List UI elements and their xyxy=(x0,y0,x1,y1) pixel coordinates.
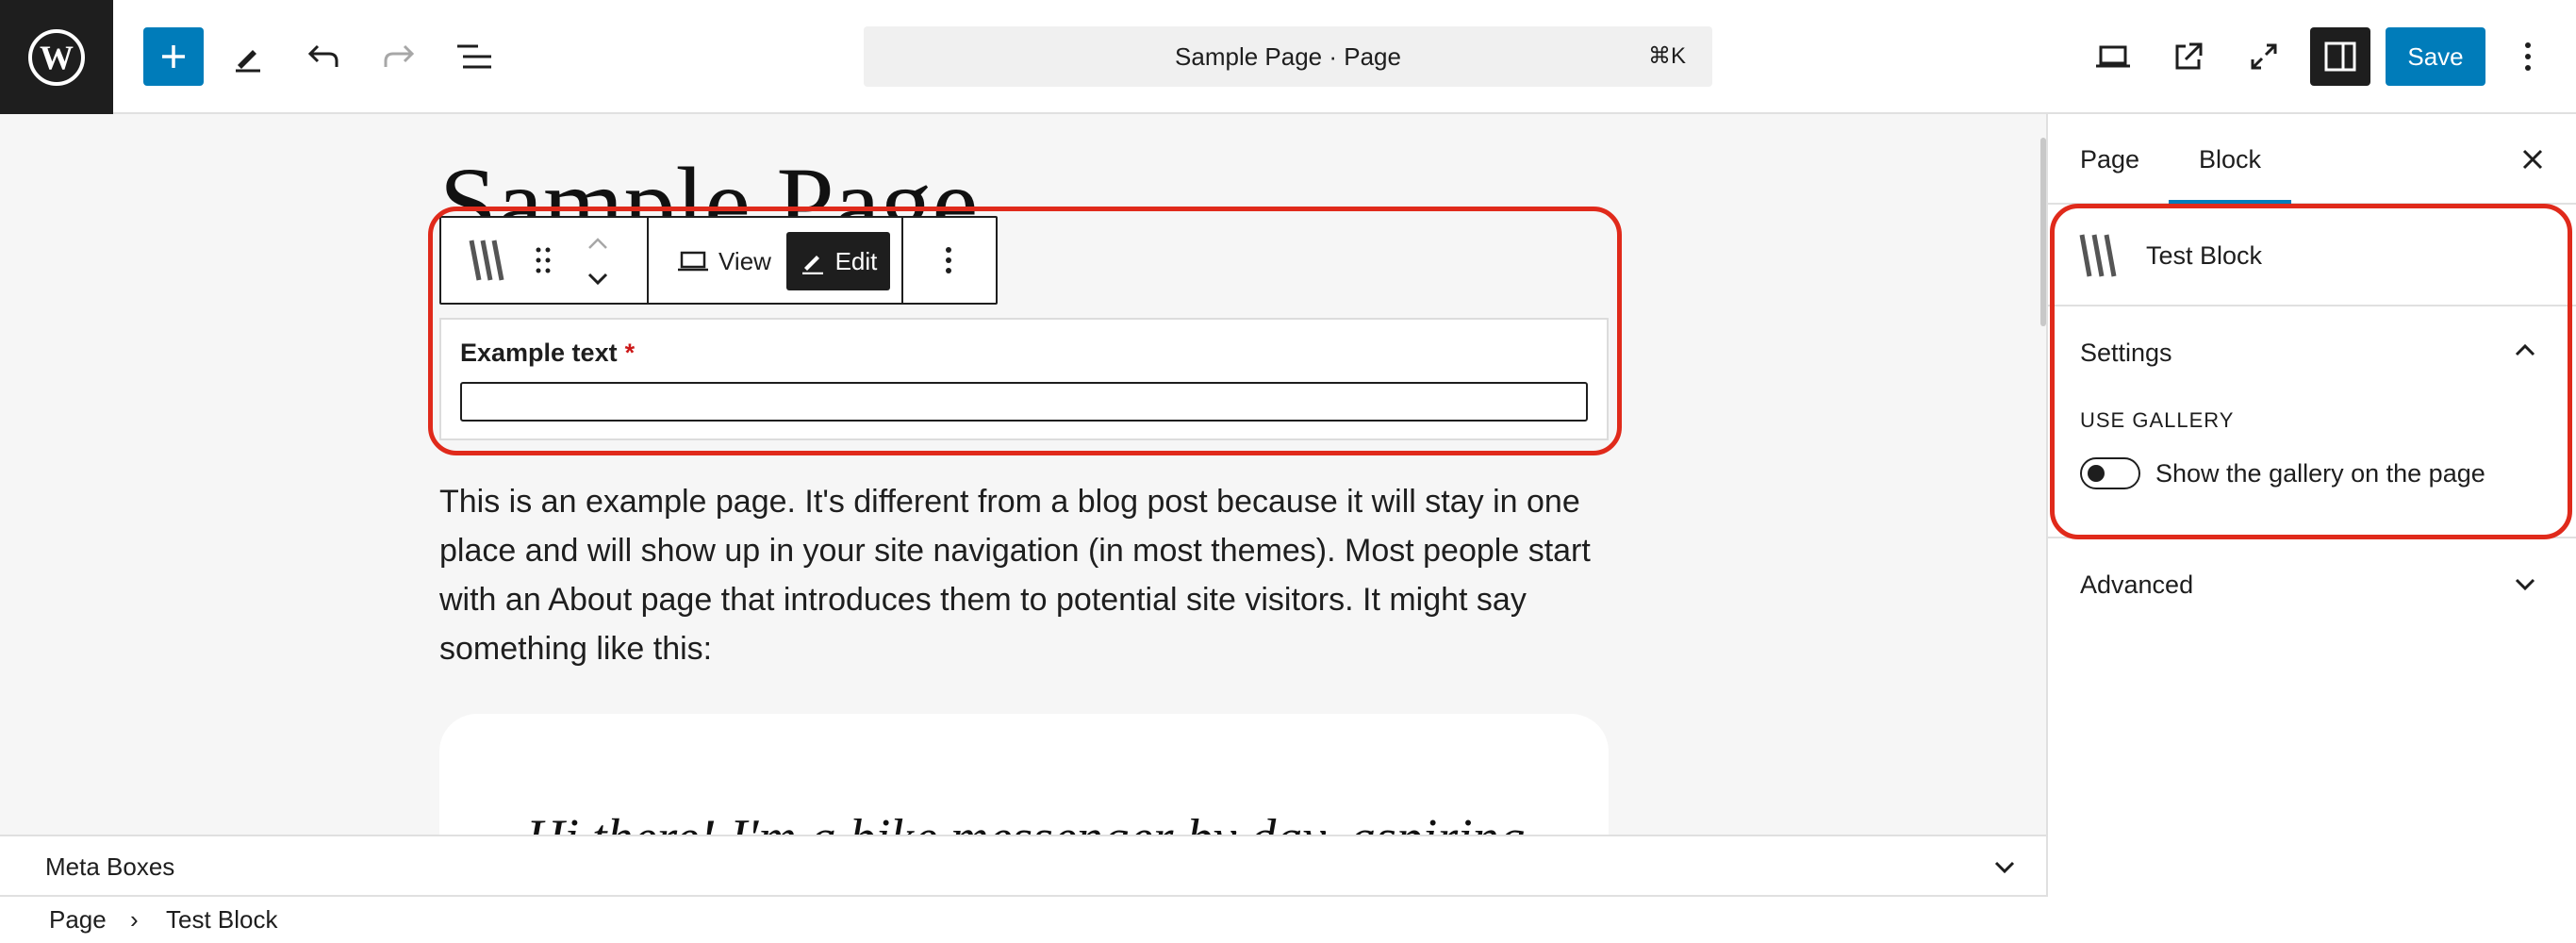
options-menu-button[interactable] xyxy=(2499,27,2557,86)
document-title: Sample Page · Page xyxy=(1175,42,1401,71)
fullscreen-button[interactable] xyxy=(2235,27,2293,86)
toolbar-divider xyxy=(901,218,903,303)
laptop-icon xyxy=(678,251,709,272)
use-gallery-heading: USE GALLERY xyxy=(2080,408,2235,432)
field-label-text: Example text xyxy=(460,339,618,367)
example-text-label: Example text * xyxy=(460,339,635,368)
test-block-form: Example text * xyxy=(439,318,1609,440)
chevron-up-icon xyxy=(588,238,607,249)
block-logo-icon xyxy=(469,240,504,281)
block-logo-icon xyxy=(2079,234,2117,277)
view-mode-button[interactable]: View xyxy=(672,233,776,290)
sidebar-tabs: Page Block xyxy=(2048,114,2576,205)
wordpress-logo-icon: W xyxy=(28,28,85,86)
more-vertical-icon xyxy=(946,247,951,273)
active-tab-indicator xyxy=(2169,200,2291,204)
meta-boxes-label: Meta Boxes xyxy=(45,852,175,881)
block-type-button[interactable] xyxy=(460,231,513,290)
redo-button[interactable] xyxy=(370,27,428,86)
view-page-button[interactable] xyxy=(2159,27,2218,86)
save-button[interactable]: Save xyxy=(2386,27,2485,86)
external-link-icon xyxy=(2175,42,2203,70)
chevron-down-icon xyxy=(587,273,608,286)
laptop-icon xyxy=(2096,45,2130,68)
chevron-up-icon[interactable] xyxy=(2510,335,2540,365)
block-options-button[interactable] xyxy=(922,231,975,290)
editor-header: W Sample Page · Page ⌘K Save xyxy=(0,0,2576,114)
settings-panel-toggle[interactable]: Settings xyxy=(2080,339,2172,368)
required-marker: * xyxy=(624,339,636,367)
pencil-icon xyxy=(801,256,823,274)
block-name: Test Block xyxy=(2146,241,2263,270)
wordpress-logo-button[interactable]: W xyxy=(0,0,113,114)
device-preview-button[interactable] xyxy=(2084,27,2142,86)
keyboard-shortcut: ⌘K xyxy=(1647,43,1686,69)
breadcrumb-separator: › xyxy=(130,905,139,934)
gallery-toggle[interactable] xyxy=(2080,457,2140,489)
drag-handle-icon xyxy=(536,247,551,273)
edit-mode-button[interactable]: Edit xyxy=(786,232,890,290)
close-icon[interactable] xyxy=(2518,144,2548,174)
add-block-button[interactable] xyxy=(143,27,204,86)
tab-block[interactable]: Block xyxy=(2199,114,2261,205)
paragraph-block[interactable]: This is an example page. It's different … xyxy=(439,477,1627,673)
breadcrumb-item-page[interactable]: Page xyxy=(49,897,107,943)
move-up-button[interactable] xyxy=(579,227,617,259)
document-overview-button[interactable] xyxy=(445,27,504,86)
editor-canvas: Sample Page View Edit Example text * Thi… xyxy=(0,114,2046,835)
breadcrumb-item-test-block[interactable]: Test Block xyxy=(166,897,278,943)
pencil-icon xyxy=(236,50,260,73)
plus-icon xyxy=(162,45,185,68)
quote-block[interactable]: Hi there! I'm a bike messenger by day, a… xyxy=(439,714,1609,835)
fullscreen-icon xyxy=(2251,43,2277,70)
tab-page[interactable]: Page xyxy=(2080,114,2139,205)
block-toolbar: View Edit xyxy=(439,216,998,305)
list-view-icon xyxy=(457,44,491,69)
panel-divider xyxy=(2048,537,2576,538)
drag-handle[interactable] xyxy=(524,231,562,290)
gallery-toggle-label[interactable]: Show the gallery on the page xyxy=(2155,457,2485,489)
toolbar-divider xyxy=(647,218,649,303)
tools-button[interactable] xyxy=(219,27,277,86)
edit-label: Edit xyxy=(834,246,878,275)
chevron-down-icon[interactable] xyxy=(1990,852,2020,882)
move-down-button[interactable] xyxy=(579,263,617,295)
redo-icon xyxy=(384,44,415,67)
example-text-input[interactable] xyxy=(460,382,1588,422)
undo-button[interactable] xyxy=(294,27,353,86)
quote-text: Hi there! I'm a bike messenger by day, a… xyxy=(526,808,1526,835)
more-vertical-icon xyxy=(2525,42,2531,71)
svg-text:W: W xyxy=(40,39,74,76)
block-breadcrumb: Page › Test Block xyxy=(0,897,2576,943)
meta-boxes-panel[interactable]: Meta Boxes xyxy=(0,835,2046,897)
chevron-down-icon[interactable] xyxy=(2510,569,2540,599)
toggle-knob xyxy=(2088,465,2105,482)
undo-icon xyxy=(307,44,339,67)
command-palette-bar[interactable]: Sample Page · Page ⌘K xyxy=(864,26,1712,87)
settings-sidebar: Page Block Test Block Settings USE GALLE… xyxy=(2046,114,2576,897)
view-label: View xyxy=(718,246,771,275)
sidebar-icon xyxy=(2324,41,2356,72)
advanced-panel-toggle[interactable]: Advanced xyxy=(2080,571,2193,600)
block-card: Test Block xyxy=(2048,205,2576,306)
settings-sidebar-toggle[interactable] xyxy=(2310,27,2370,86)
